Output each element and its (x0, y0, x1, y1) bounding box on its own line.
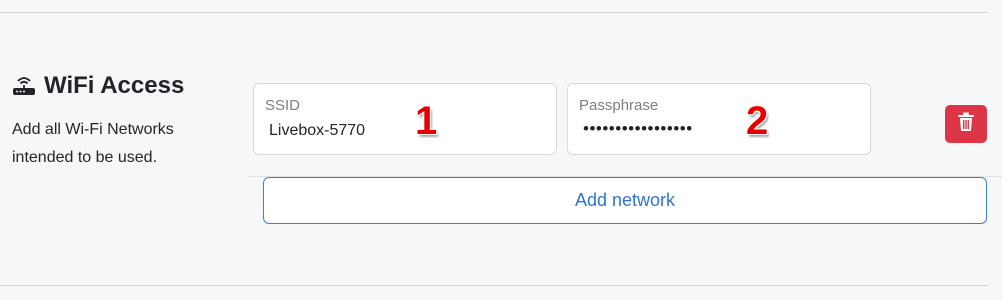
trash-icon (957, 112, 975, 137)
add-network-button[interactable]: Add network (263, 177, 987, 224)
passphrase-input[interactable]: ••••••••••••••••• (583, 119, 693, 139)
ssid-field[interactable]: SSID Livebox-5770 (253, 83, 557, 155)
annotation-marker-1: 1 (415, 99, 438, 143)
passphrase-label: Passphrase (579, 97, 659, 114)
section-title: WiFi Access (44, 72, 185, 99)
annotation-marker-2: 2 (746, 99, 769, 143)
passphrase-field[interactable]: Passphrase ••••••••••••••••• (567, 83, 871, 155)
router-icon (12, 75, 36, 97)
section-header: WiFi Access (12, 72, 184, 100)
top-divider (0, 12, 988, 13)
bottom-divider (0, 285, 988, 286)
ssid-input[interactable]: Livebox-5770 (269, 122, 365, 140)
section-description: Add all Wi-Fi Networks intended to be us… (12, 121, 174, 166)
delete-network-button[interactable] (945, 105, 987, 143)
ssid-label: SSID (265, 97, 301, 114)
